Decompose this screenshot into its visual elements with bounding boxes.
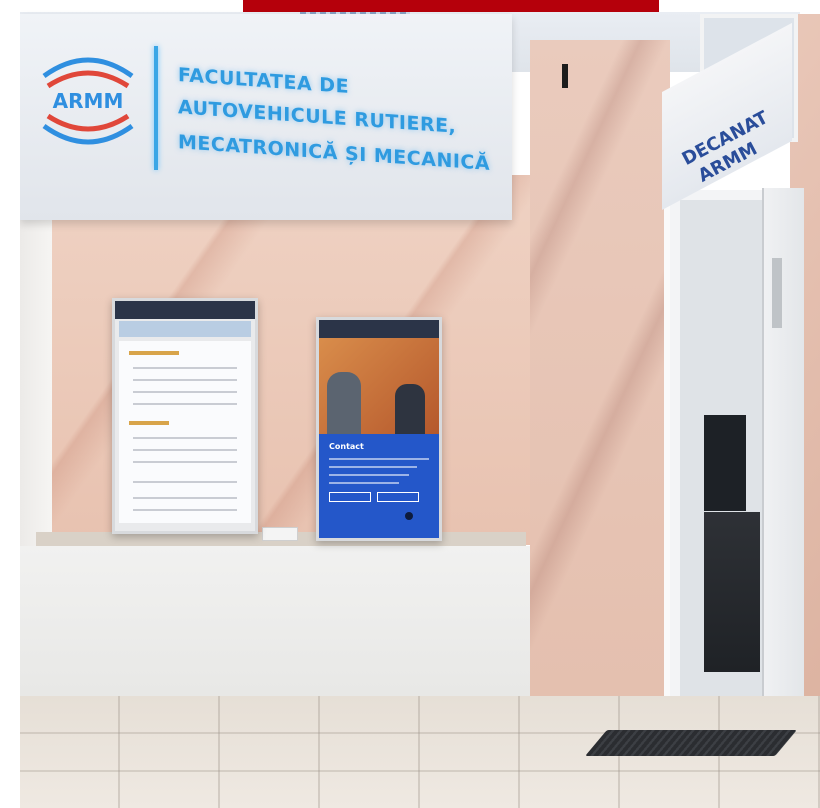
wall-switch bbox=[562, 64, 568, 88]
text-line bbox=[329, 466, 417, 468]
screen-button bbox=[329, 492, 371, 502]
armm-logo-icon: ARMM bbox=[42, 57, 134, 145]
table-row bbox=[133, 481, 237, 483]
table-row bbox=[133, 391, 237, 393]
marble-back-wall bbox=[20, 175, 540, 545]
screen-banner bbox=[119, 321, 251, 337]
office-monitor bbox=[704, 415, 746, 511]
screen-button bbox=[377, 492, 419, 502]
screen-heading-mark bbox=[129, 351, 179, 355]
screen-contact-section: Contact bbox=[319, 434, 439, 538]
display-screen-right: Contact bbox=[316, 317, 442, 541]
door-plate bbox=[772, 258, 782, 328]
marble-side-wall bbox=[530, 40, 670, 730]
contact-heading: Contact bbox=[329, 442, 364, 451]
screen-nav-bar bbox=[319, 320, 439, 338]
display-screen-left bbox=[112, 298, 258, 534]
doormat bbox=[585, 730, 797, 756]
screen-nav-bar bbox=[115, 301, 255, 319]
text-line bbox=[329, 474, 409, 476]
screen-content bbox=[119, 341, 251, 523]
office-desk bbox=[704, 512, 760, 672]
sign-divider bbox=[154, 46, 158, 170]
table-row bbox=[133, 437, 237, 439]
counter-item bbox=[262, 527, 298, 541]
open-door-leaf bbox=[762, 188, 804, 740]
text-line bbox=[329, 458, 429, 460]
person-silhouette bbox=[327, 372, 361, 434]
chat-bubble-icon bbox=[405, 512, 413, 520]
hallway-scene: ARMM FACULTATEA DE AUTOVEHICULE RUTIERE,… bbox=[0, 0, 820, 808]
top-red-bar bbox=[243, 0, 659, 12]
person-silhouette bbox=[395, 384, 425, 434]
table-row bbox=[133, 403, 237, 405]
table-row bbox=[133, 449, 237, 451]
table-row bbox=[133, 497, 237, 499]
table-row bbox=[133, 461, 237, 463]
table-row bbox=[133, 509, 237, 511]
text-line bbox=[329, 482, 399, 484]
table-row bbox=[133, 367, 237, 369]
counter-front bbox=[20, 546, 530, 696]
table-row bbox=[133, 379, 237, 381]
logo-text: ARMM bbox=[53, 89, 124, 113]
screen-photo bbox=[319, 338, 439, 434]
image-left-margin bbox=[0, 0, 20, 808]
screen-heading-mark bbox=[129, 421, 169, 425]
